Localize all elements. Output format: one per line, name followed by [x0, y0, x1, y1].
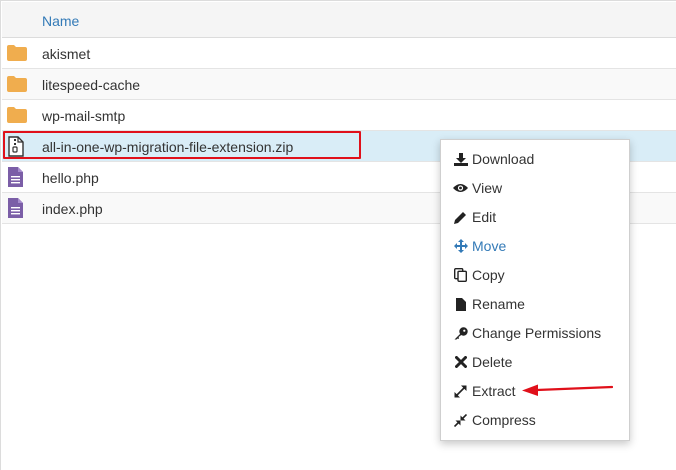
download-icon: [453, 152, 468, 166]
move-icon: [453, 239, 468, 253]
file-name: hello.php: [42, 170, 99, 186]
file-name: wp-mail-smtp: [42, 108, 126, 124]
menu-item-rename[interactable]: Rename: [453, 293, 623, 315]
menu-item-download[interactable]: Download: [453, 148, 623, 170]
menu-item-delete[interactable]: Delete: [453, 351, 623, 373]
menu-item-extract[interactable]: Extract: [453, 380, 623, 402]
file-name: akismet: [42, 46, 91, 62]
file-manager-page: Name akismet litespeed-cache wp-mail-smt…: [0, 0, 676, 470]
file-icon: [453, 297, 468, 311]
key-icon: [453, 326, 468, 340]
file-name: litespeed-cache: [42, 77, 141, 93]
php-file-icon: [8, 167, 26, 187]
compress-icon: [453, 413, 468, 427]
php-file-icon: [8, 198, 26, 218]
x-icon: [453, 355, 468, 369]
folder-icon: [7, 107, 27, 123]
eye-icon: [453, 181, 468, 195]
menu-item-compress[interactable]: Compress: [453, 409, 623, 431]
file-context-menu: Download View Edit Move Copy Rename Chan…: [440, 139, 630, 441]
file-row-litespeed-cache[interactable]: litespeed-cache: [2, 69, 676, 100]
file-name: index.php: [42, 201, 103, 217]
menu-item-edit[interactable]: Edit: [453, 206, 623, 228]
menu-item-view[interactable]: View: [453, 177, 623, 199]
copy-icon: [453, 268, 468, 282]
menu-item-copy[interactable]: Copy: [453, 264, 623, 286]
menu-item-change-permissions[interactable]: Change Permissions: [453, 322, 623, 344]
file-name: all-in-one-wp-migration-file-extension.z…: [42, 139, 294, 155]
pencil-icon: [453, 210, 468, 224]
zip-file-icon: [8, 136, 26, 157]
name-column-header[interactable]: Name: [42, 13, 79, 29]
file-row-wp-mail-smtp[interactable]: wp-mail-smtp: [2, 100, 676, 131]
folder-icon: [7, 45, 27, 61]
file-list-header: Name: [2, 2, 676, 38]
folder-icon: [7, 76, 27, 92]
menu-item-move[interactable]: Move: [453, 235, 623, 257]
file-row-akismet[interactable]: akismet: [2, 38, 676, 69]
expand-icon: [453, 384, 468, 398]
